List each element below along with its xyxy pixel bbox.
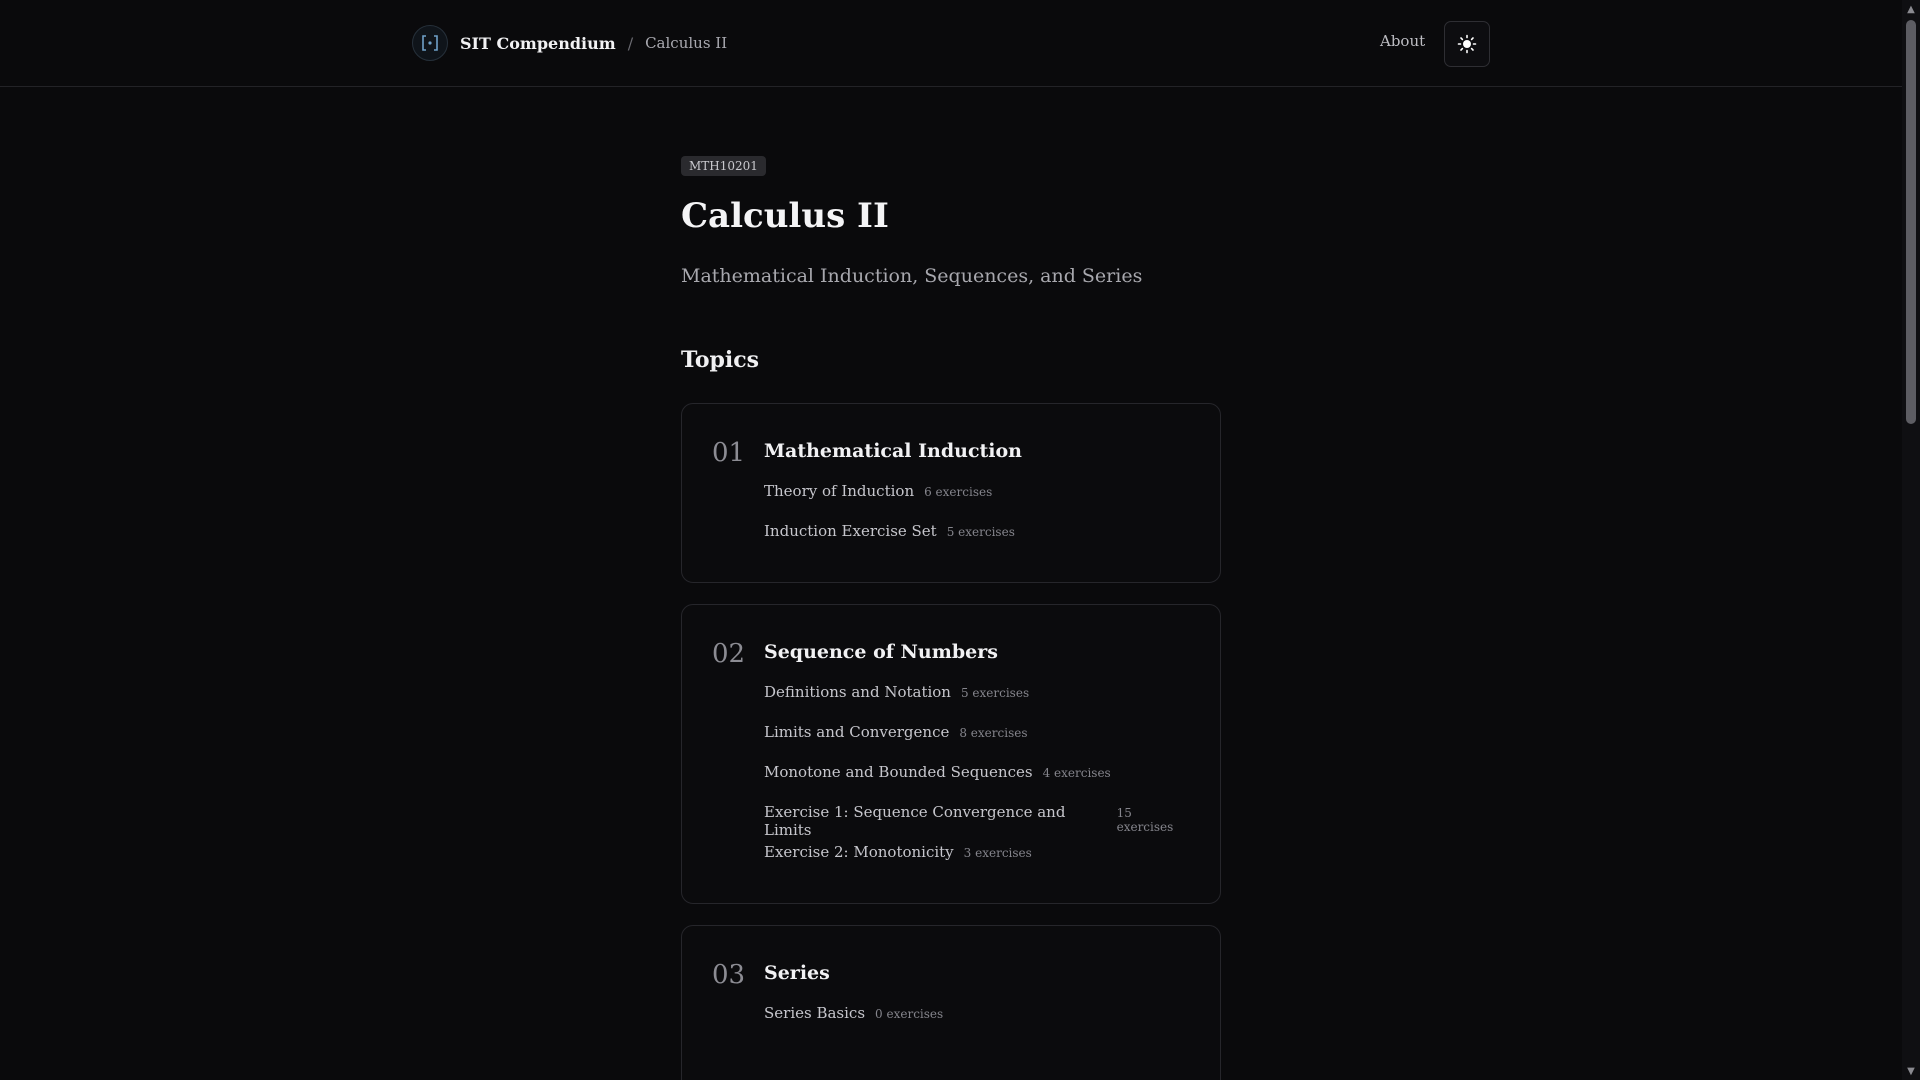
course-code-badge: MTH10201 (681, 156, 766, 176)
exercise-count: 5 exercises (960, 686, 1030, 701)
subtopic-link[interactable]: Exercise 1: Sequence Convergence and Lim… (764, 803, 1107, 839)
course-subtitle: Mathematical Induction, Sequences, and S… (681, 265, 1143, 288)
brand-link[interactable]: SIT Compendium (460, 34, 616, 53)
topic-card: 01 Mathematical Induction Theory of Indu… (681, 403, 1221, 584)
breadcrumb-current: Calculus II (645, 34, 728, 52)
subtopic-link[interactable]: Monotone and Bounded Sequences (764, 763, 1033, 781)
subtopic-item[interactable]: Monotone and Bounded Sequences 4 exercis… (764, 763, 1190, 803)
top-header: SIT Compendium / Calculus II About (0, 0, 1902, 87)
subtopic-link[interactable]: Exercise 2: Monotonicity (764, 843, 954, 861)
subtopic-link[interactable]: Definitions and Notation (764, 683, 951, 701)
page: SIT Compendium / Calculus II About MTH10… (0, 0, 1920, 1080)
topics-heading: Topics (681, 347, 760, 374)
exercise-count: 6 exercises (924, 485, 993, 500)
subtopic-item[interactable]: Series Basics 0 exercises (764, 1004, 1190, 1044)
page-scrollbar[interactable]: ▲ ▼ (1902, 0, 1920, 1080)
subtopic-item[interactable]: Exercise 2: Monotonicity 3 exercises (764, 843, 1190, 883)
exercise-count: 5 exercises (946, 525, 1015, 540)
breadcrumb: SIT Compendium / Calculus II (412, 24, 727, 62)
topic-title: Mathematical Induction (764, 440, 1022, 463)
subtopic-item[interactable] (764, 1044, 1190, 1080)
exercise-count: 3 exercises (963, 846, 1032, 861)
subtopic-item[interactable]: Exercise 1: Sequence Convergence and Lim… (764, 803, 1190, 843)
bracket-logo-icon[interactable] (412, 25, 448, 61)
page-title: Calculus II (681, 196, 889, 236)
subtopic-link[interactable]: Series Basics (764, 1004, 865, 1022)
subtopic-item[interactable]: Definitions and Notation 5 exercises (764, 683, 1190, 723)
topic-number: 03 (712, 960, 746, 991)
subtopic-list: Theory of Induction 6 exercises Inductio… (764, 482, 1190, 562)
topic-card: 03 Series Series Basics 0 exercises (681, 925, 1221, 1080)
exercise-count: 4 exercises (1042, 766, 1111, 781)
topic-number: 02 (712, 639, 746, 670)
subtopic-item[interactable]: Induction Exercise Set 5 exercises (764, 522, 1190, 562)
course-content: MTH10201 Calculus II Mathematical Induct… (681, 155, 1221, 1080)
subtopic-item[interactable]: Limits and Convergence 8 exercises (764, 723, 1190, 763)
topic-number: 01 (712, 438, 746, 469)
subtopic-link[interactable]: Induction Exercise Set (764, 522, 937, 540)
topic-cards: 01 Mathematical Induction Theory of Indu… (681, 403, 1221, 1080)
topic-card: 02 Sequence of Numbers Definitions and N… (681, 604, 1221, 905)
subtopic-link[interactable]: Theory of Induction (764, 482, 914, 500)
exercise-count: 0 exercises (875, 1007, 944, 1022)
scrollbar-thumb[interactable] (1906, 20, 1916, 424)
scroll-down-arrow-icon[interactable]: ▼ (1905, 1064, 1917, 1078)
subtopic-list: Series Basics 0 exercises (764, 1004, 1190, 1080)
theme-toggle-button[interactable] (1444, 21, 1490, 67)
topic-title: Sequence of Numbers (764, 641, 998, 664)
exercise-count: 8 exercises (959, 726, 1028, 741)
subtopic-item[interactable]: Theory of Induction 6 exercises (764, 482, 1190, 522)
exercise-count: 15 exercises (1116, 806, 1174, 835)
subtopic-link[interactable]: Limits and Convergence (764, 723, 949, 741)
breadcrumb-separator: / (627, 33, 634, 53)
about-link[interactable]: About (1380, 32, 1425, 50)
sun-icon (1457, 34, 1477, 54)
topic-title: Series (764, 962, 830, 985)
scroll-up-arrow-icon[interactable]: ▲ (1905, 2, 1917, 16)
subtopic-list: Definitions and Notation 5 exercises Lim… (764, 683, 1190, 883)
